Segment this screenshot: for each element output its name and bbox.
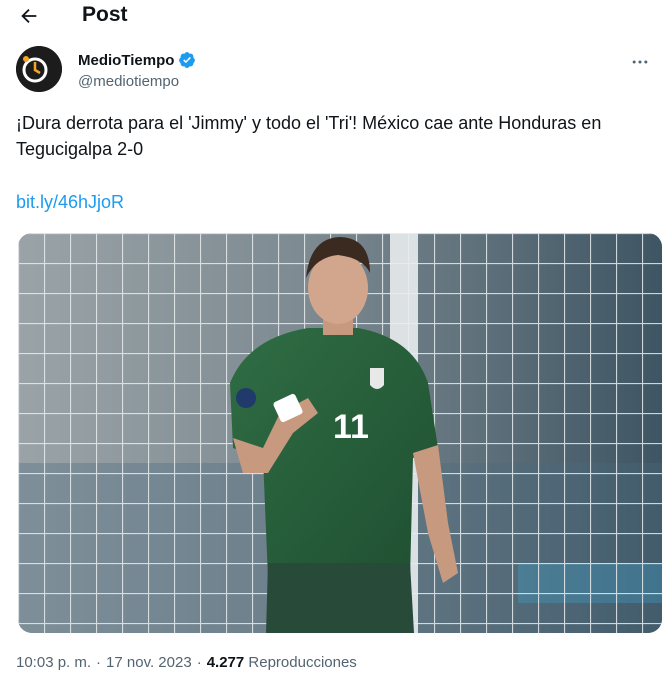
meta-separator: · [196, 654, 202, 671]
mediotiempo-logo-icon [16, 46, 62, 92]
page-title: Post [82, 3, 128, 26]
verified-badge-icon[interactable] [178, 51, 196, 69]
tweet-text: ¡Dura derrota para el 'Jimmy' y todo el … [16, 113, 607, 159]
tweet-media-image[interactable]: 11 [18, 233, 662, 633]
tweet-time[interactable]: 10:03 p. m. [16, 654, 91, 671]
more-horizontal-icon [632, 60, 648, 64]
views-label: Reproducciones [248, 654, 357, 671]
author-handle[interactable]: @mediotiempo [78, 73, 196, 90]
post-header: Post [0, 0, 664, 32]
more-options-button[interactable] [626, 52, 654, 72]
avatar[interactable] [16, 46, 62, 92]
author-names: MedioTiempo @mediotiempo [78, 50, 196, 90]
jersey-number: 11 [333, 408, 369, 446]
tweet-meta: 10:03 p. m. · 17 nov. 2023 · 4.277 Reproducc… [16, 654, 357, 671]
arrow-left-icon [21, 8, 37, 24]
views-count: 4.277 [206, 654, 245, 671]
meta-separator: · [96, 654, 102, 671]
player-photo: 11 [18, 233, 662, 633]
tweet-date[interactable]: 17 nov. 2023 [106, 654, 192, 671]
display-name-row: MedioTiempo [78, 50, 196, 70]
tweet-link[interactable]: bit.ly/46hJjoR [16, 192, 124, 213]
display-name[interactable]: MedioTiempo [78, 52, 174, 69]
author-row: MedioTiempo @mediotiempo [16, 46, 656, 96]
back-button[interactable] [12, 2, 46, 30]
